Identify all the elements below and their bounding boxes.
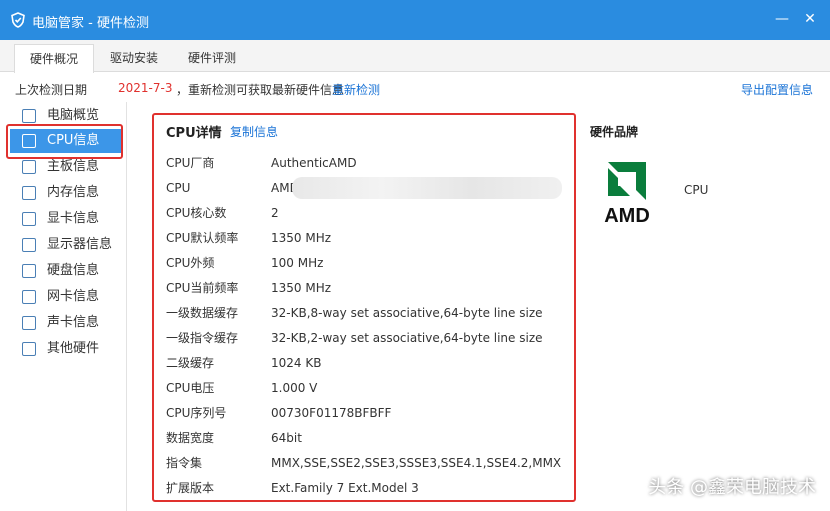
- window-title: 电脑管家 - 硬件检测: [32, 12, 149, 31]
- shield-icon: [11, 12, 25, 28]
- sidebar-item-monitor[interactable]: 显示器信息: [10, 233, 122, 257]
- brand-cpu-label: CPU: [684, 183, 709, 197]
- export-config-link[interactable]: 导出配置信息: [741, 81, 813, 98]
- other-icon: [22, 342, 36, 356]
- sidebar-item-label: 声卡信息: [47, 315, 100, 330]
- brand-title: 硬件品牌: [590, 125, 639, 139]
- last-check-label: 上次检测日期: [15, 83, 88, 97]
- close-button[interactable]: ✕: [800, 9, 820, 29]
- sidebar: 电脑概览 CPU信息 主板信息 内存信息 显卡信息 显示器信息 硬盘信息 网卡信…: [0, 102, 127, 511]
- sidebar-item-sound[interactable]: 声卡信息: [10, 311, 122, 335]
- app-name: 电脑管家: [32, 16, 85, 31]
- sidebar-item-label: 硬盘信息: [47, 263, 100, 278]
- amd-logo-text: AMD: [604, 205, 650, 227]
- sidebar-item-gpu[interactable]: 显卡信息: [10, 207, 122, 231]
- sound-icon: [22, 316, 36, 330]
- sidebar-item-label: 显卡信息: [47, 211, 100, 226]
- sidebar-item-label: 其他硬件: [47, 341, 100, 356]
- highlight-frame-sidebar: [6, 124, 123, 159]
- memory-icon: [22, 186, 36, 200]
- redetect-link[interactable]: 重新检测: [332, 81, 380, 98]
- hardware-brand-panel: 硬件品牌 AMD CPU: [590, 113, 820, 263]
- motherboard-icon: [22, 160, 36, 174]
- info-bar: 上次检测日期 2021-7-3 ，重新检测可获取最新硬件信息 重新检测 导出配置…: [0, 73, 830, 101]
- window-subtitle: 硬件检测: [96, 16, 149, 31]
- overview-icon: [22, 109, 36, 123]
- sidebar-item-disk[interactable]: 硬盘信息: [10, 259, 122, 283]
- gpu-icon: [22, 212, 36, 226]
- sidebar-item-memory[interactable]: 内存信息: [10, 181, 122, 205]
- title-separator: -: [84, 16, 97, 31]
- amd-logo-graphic: AMD: [604, 162, 650, 227]
- sidebar-item-other[interactable]: 其他硬件: [10, 337, 122, 361]
- disk-icon: [22, 264, 36, 278]
- sidebar-item-label: 显示器信息: [47, 237, 113, 252]
- tab-hardware-benchmark[interactable]: 硬件评测: [176, 44, 248, 72]
- last-check-hint: ，重新检测可获取最新硬件信息: [176, 83, 345, 97]
- title-bar: 电脑管家 - 硬件检测 — ✕: [0, 0, 830, 40]
- tab-driver-install[interactable]: 驱动安装: [98, 44, 170, 72]
- monitor-icon: [22, 238, 36, 252]
- sidebar-item-network[interactable]: 网卡信息: [10, 285, 122, 309]
- highlight-frame-detail: [152, 113, 576, 502]
- sidebar-item-label: 网卡信息: [47, 289, 100, 304]
- tab-hardware-overview[interactable]: 硬件概况: [14, 44, 94, 73]
- watermark-text: 头条 @鑫荣电脑技术: [648, 477, 816, 498]
- minimize-button[interactable]: —: [772, 9, 792, 29]
- sidebar-item-label: 内存信息: [47, 185, 100, 200]
- tab-bar: 硬件概况 驱动安装 硬件评测: [0, 40, 830, 73]
- last-check-date: 2021-7-3: [118, 81, 173, 95]
- amd-logo: AMD: [590, 156, 664, 230]
- network-icon: [22, 290, 36, 304]
